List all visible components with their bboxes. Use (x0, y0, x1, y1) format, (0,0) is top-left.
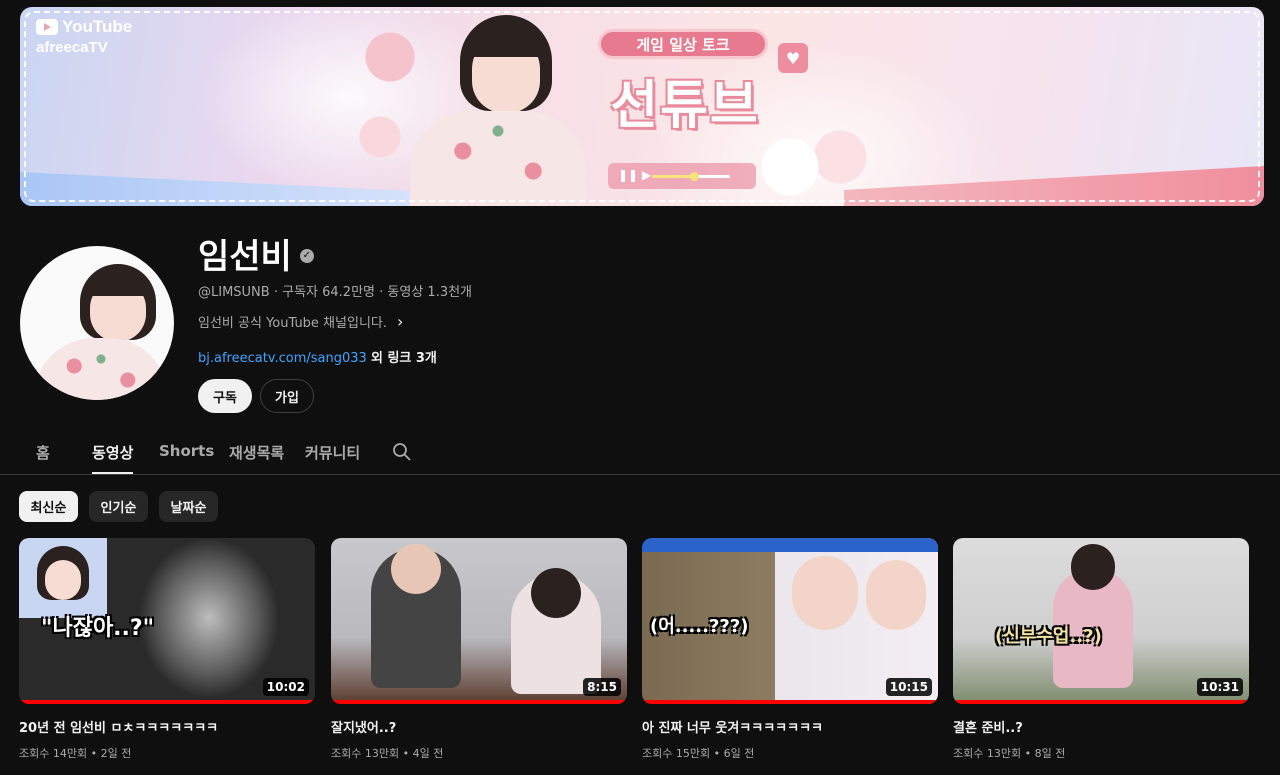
watch-progress-bar (19, 700, 315, 704)
tab-playlists[interactable]: 재생목록 (229, 442, 284, 474)
watch-progress-bar (953, 700, 1249, 704)
video-card[interactable]: 8:15 잘지냈어..? 조회수 13만회 • 4일 전 (331, 538, 627, 761)
video-title[interactable]: 결혼 준비..? (953, 717, 1249, 736)
video-duration: 10:15 (885, 678, 932, 696)
channel-avatar[interactable] (20, 246, 174, 400)
tab-home[interactable]: 홈 (36, 442, 50, 474)
filter-popular[interactable]: 인기순 (89, 491, 148, 522)
channel-name: 임선비 (198, 237, 292, 277)
subscriber-count: 구독자 64.2만명 (282, 285, 375, 300)
video-thumbnail[interactable]: "나잖아..?" 10:02 (19, 538, 315, 704)
tab-shorts[interactable]: Shorts (159, 442, 214, 474)
video-meta: 조회수 13만회 • 4일 전 (331, 747, 444, 760)
thumbnail-caption: (신부수업..?) (995, 626, 1102, 647)
channel-tabs: 홈 동영상 Shorts 재생목록 커뮤니티 (0, 434, 1280, 475)
video-thumbnail[interactable]: 8:15 (331, 538, 627, 704)
video-duration: 10:31 (1196, 678, 1243, 696)
watch-progress-bar (642, 700, 938, 704)
video-card[interactable]: (어.....???) 10:15 아 진짜 너무 웃겨ㅋㅋㅋㅋㅋㅋㅋ 조회수 … (642, 538, 938, 761)
thumbnail-caption: "나잖아..?" (41, 616, 155, 641)
search-icon[interactable] (392, 442, 412, 462)
channel-description[interactable]: 임선비 공식 YouTube 채널입니다. › (198, 312, 403, 331)
verified-check-icon: ✓ (299, 248, 314, 263)
video-title[interactable]: 잘지냈어..? (331, 717, 627, 736)
video-age: 6일 전 (723, 747, 755, 760)
more-links[interactable]: 외 링크 3개 (371, 351, 437, 366)
filter-oldest[interactable]: 날짜순 (159, 491, 218, 522)
tab-videos[interactable]: 동영상 (92, 442, 134, 474)
channel-handle: @LIMSUNB (198, 285, 270, 300)
video-thumbnail[interactable]: (어.....???) 10:15 (642, 538, 938, 704)
channel-meta: @LIMSUNB · 구독자 64.2만명 · 동영상 1.3천개 (198, 285, 473, 300)
video-views: 조회수 13만회 (953, 747, 1022, 760)
video-age: 4일 전 (412, 747, 444, 760)
filter-latest[interactable]: 최신순 (19, 491, 78, 522)
video-duration: 10:02 (262, 678, 309, 696)
channel-name-row: 임선비 ✓ (198, 229, 314, 278)
video-duration: 8:15 (583, 678, 621, 696)
video-views: 조회수 14만회 (19, 747, 88, 760)
video-views: 조회수 13만회 (331, 747, 400, 760)
thumbnail-caption: (어.....???) (650, 616, 749, 637)
channel-link[interactable]: bj.afreecatv.com/sang033 (198, 351, 367, 366)
tab-community[interactable]: 커뮤니티 (305, 442, 360, 474)
video-title[interactable]: 20년 전 임선비 ㅁㅊㅋㅋㅋㅋㅋㅋㅋ (19, 717, 315, 736)
watch-progress-bar (331, 700, 627, 704)
channel-banner: YouTube afreecaTV 게임 일상 토크 선튜브 ♥ ❚❚ ▶ (20, 7, 1264, 206)
video-meta: 조회수 15만회 • 6일 전 (642, 747, 755, 760)
video-count: 동영상 1.3천개 (387, 285, 473, 300)
subscribe-button[interactable]: 구독 (198, 379, 252, 413)
video-meta: 조회수 13만회 • 8일 전 (953, 747, 1066, 760)
video-views: 조회수 15만회 (642, 747, 711, 760)
video-meta: 조회수 14만회 • 2일 전 (19, 747, 132, 760)
video-title[interactable]: 아 진짜 너무 웃겨ㅋㅋㅋㅋㅋㅋㅋ (642, 717, 938, 736)
chevron-right-icon[interactable]: › (397, 312, 403, 331)
join-button[interactable]: 가입 (260, 379, 314, 413)
description-text: 임선비 공식 YouTube 채널입니다. (198, 316, 387, 331)
video-card[interactable]: "나잖아..?" 10:02 20년 전 임선비 ㅁㅊㅋㅋㅋㅋㅋㅋㅋ 조회수 1… (19, 538, 315, 761)
video-card[interactable]: (신부수업..?) 10:31 결혼 준비..? 조회수 13만회 • 8일 전 (953, 538, 1249, 761)
channel-links: bj.afreecatv.com/sang033 외 링크 3개 (198, 347, 437, 366)
video-age: 2일 전 (100, 747, 132, 760)
banner-border (24, 11, 1260, 202)
video-age: 8일 전 (1034, 747, 1066, 760)
video-thumbnail[interactable]: (신부수업..?) 10:31 (953, 538, 1249, 704)
